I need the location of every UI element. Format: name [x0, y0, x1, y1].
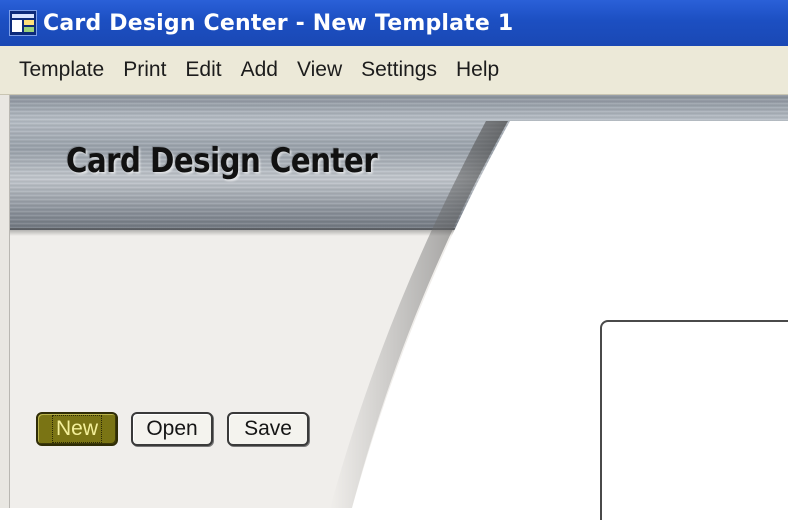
open-button-label: Open — [146, 417, 198, 440]
title-bar: Card Design Center - New Template 1 — [0, 0, 788, 46]
card-template-frame[interactable] — [600, 320, 788, 520]
menu-edit[interactable]: Edit — [185, 56, 221, 84]
menu-settings[interactable]: Settings — [361, 56, 437, 84]
save-button[interactable]: Save — [227, 412, 309, 446]
menu-help[interactable]: Help — [456, 56, 499, 84]
menu-bar: Template Print Edit Add View Settings He… — [0, 46, 788, 95]
new-button-label: New — [51, 415, 103, 443]
menu-print[interactable]: Print — [123, 56, 166, 84]
menu-add[interactable]: Add — [241, 56, 278, 84]
app-icon[interactable] — [9, 10, 37, 36]
new-button[interactable]: New — [36, 412, 118, 446]
open-button[interactable]: Open — [131, 412, 213, 446]
menu-template[interactable]: Template — [19, 56, 104, 84]
window-title: Card Design Center - New Template 1 — [43, 10, 514, 36]
menu-view[interactable]: View — [297, 56, 342, 84]
save-button-label: Save — [244, 417, 292, 440]
